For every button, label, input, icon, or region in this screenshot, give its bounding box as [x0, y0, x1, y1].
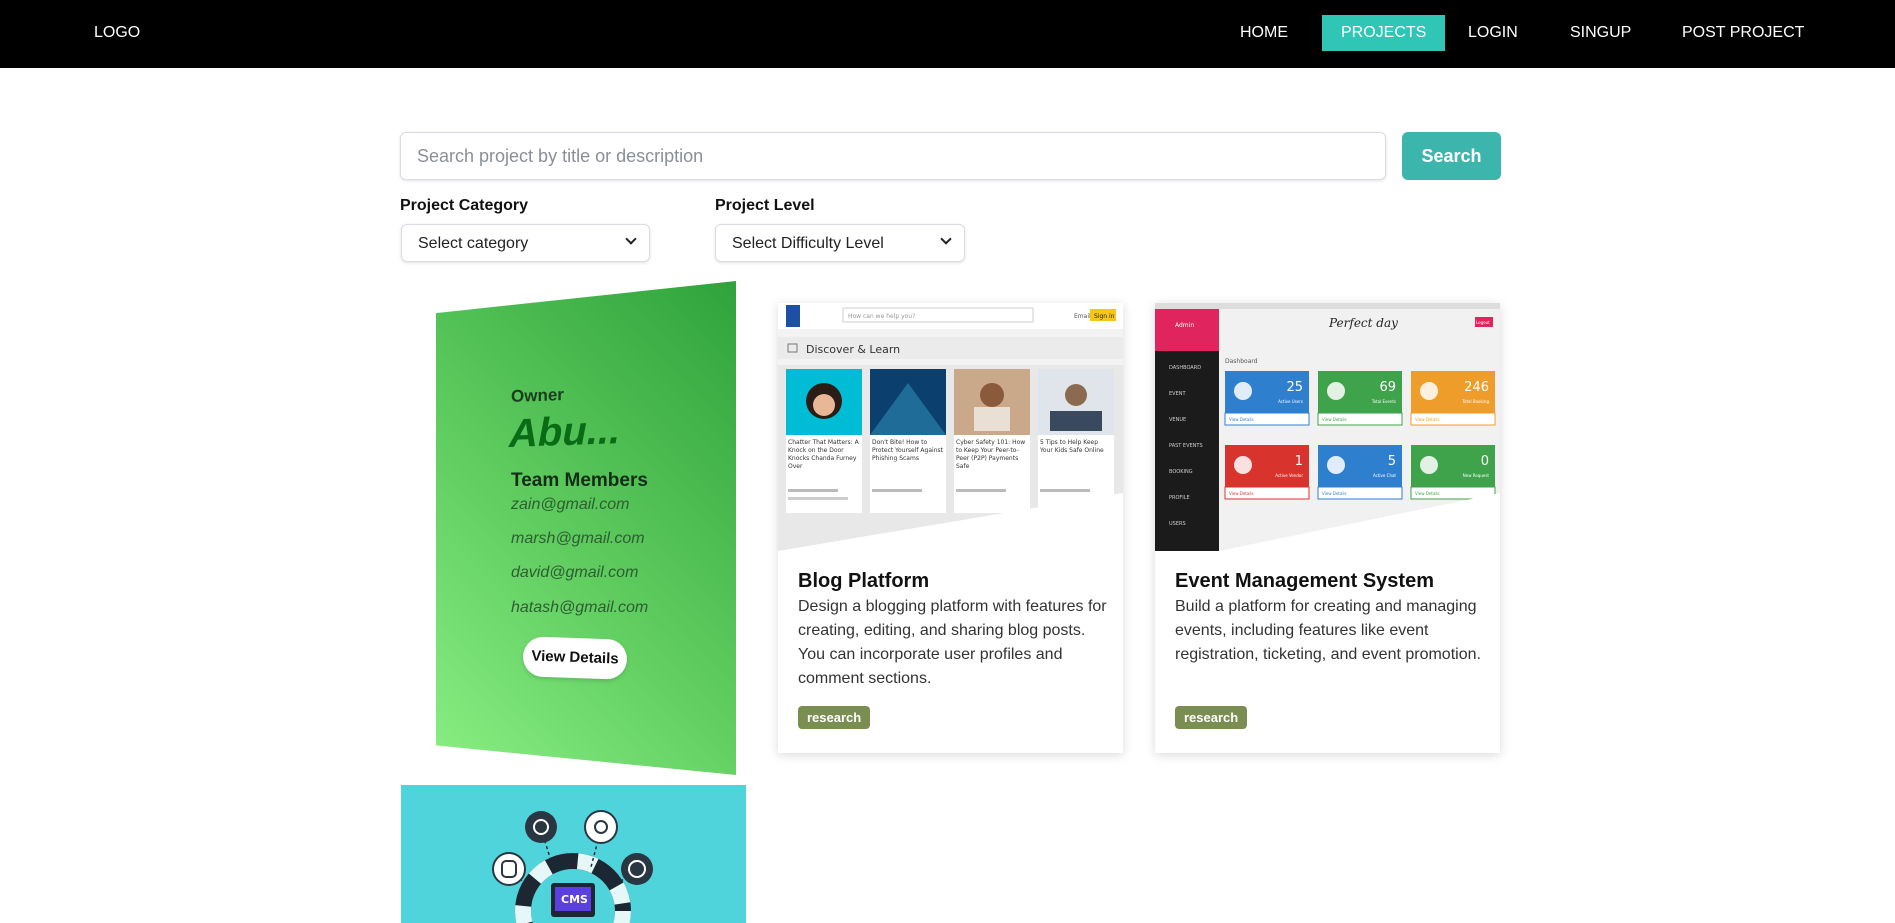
tile-value: 69 — [1379, 380, 1396, 395]
view-details-button[interactable]: View Details — [522, 636, 628, 680]
svg-text:Dashboard: Dashboard — [1225, 358, 1258, 365]
tile-label: Active Vendor — [1275, 473, 1303, 478]
card-title: Event Management System — [1175, 570, 1434, 592]
tile-link: View Details — [1322, 491, 1347, 496]
tile-icon — [1420, 456, 1438, 474]
svg-text:Email: Email — [1074, 313, 1091, 320]
svg-text:How can we help you?: How can we help you? — [848, 313, 915, 320]
tile-value: 0 — [1481, 454, 1489, 469]
svg-text:DASHBOARD: DASHBOARD — [1169, 365, 1201, 371]
svg-text:Sign in: Sign in — [1094, 313, 1115, 320]
nav-home[interactable]: HOME — [1221, 15, 1307, 51]
level-select[interactable]: Select Difficulty Level — [715, 224, 965, 262]
svg-text:EVENT: EVENT — [1169, 391, 1186, 397]
level-label: Project Level — [715, 197, 815, 214]
nav-login[interactable]: LOGIN — [1449, 15, 1537, 51]
team-member-email: zain@gmail.com — [511, 496, 630, 513]
svg-text:USERS: USERS — [1169, 521, 1186, 527]
team-members-label: Team Members — [511, 470, 648, 491]
owner-name: Abu... — [509, 408, 621, 456]
tag-badge: research — [1175, 706, 1248, 729]
tile-link: View Details — [1415, 491, 1440, 496]
card-description: Design a blogging platform with features… — [798, 598, 1107, 687]
tile-label: Active Users — [1278, 399, 1303, 404]
svg-text:Admin: Admin — [1175, 322, 1194, 329]
project-thumbnail: How can we help you? Email Sign in Disco… — [778, 303, 1123, 551]
tile-icon — [1327, 456, 1345, 474]
tile-link: View Details — [1229, 417, 1254, 422]
tile-icon — [1327, 382, 1345, 400]
project-card-event[interactable]: Admin DASHBOARD EVENT VENUE PAST EVENTS … — [1155, 303, 1500, 753]
tile-value: 25 — [1286, 380, 1303, 395]
category-select-value: Select category — [418, 235, 529, 252]
svg-text:PROFILE: PROFILE — [1169, 495, 1190, 501]
search-button[interactable]: Search — [1402, 132, 1501, 180]
svg-text:VENUE: VENUE — [1169, 417, 1186, 423]
tile-label: Total Booking — [1461, 399, 1489, 404]
owner-label: Owner — [511, 385, 564, 406]
nav-projects[interactable]: PROJECTS — [1322, 15, 1446, 51]
tag-badge: research — [798, 706, 871, 729]
card-title: Blog Platform — [798, 570, 930, 592]
event-dashboard-screenshot-image: Admin DASHBOARD EVENT VENUE PAST EVENTS … — [1155, 303, 1500, 551]
tile-value: 246 — [1464, 380, 1489, 395]
card-description: Build a platform for creating and managi… — [1175, 598, 1481, 663]
top-navbar: LOGO HOME PROJECTS LOGIN SINGUP POST PRO… — [0, 0, 1895, 68]
project-card-blog[interactable]: How can we help you? Email Sign in Disco… — [778, 303, 1123, 753]
tile-label: Active Chat — [1373, 473, 1396, 478]
project-thumbnail: Admin DASHBOARD EVENT VENUE PAST EVENTS … — [1155, 303, 1500, 551]
chevron-down-icon — [625, 233, 637, 245]
tile-value: 5 — [1388, 454, 1396, 469]
tile-link: View Details — [1415, 417, 1440, 422]
level-select-value: Select Difficulty Level — [732, 235, 884, 252]
tile-label: Total Events — [1371, 399, 1396, 404]
svg-text:PAST EVENTS: PAST EVENTS — [1169, 443, 1203, 449]
tile-link: View Details — [1229, 491, 1254, 496]
category-label: Project Category — [400, 197, 529, 214]
team-member-email: marsh@gmail.com — [511, 530, 645, 547]
nav-post-project[interactable]: POST PROJECT — [1663, 15, 1823, 51]
svg-text:Discover & Learn: Discover & Learn — [806, 343, 900, 356]
team-member-email: david@gmail.com — [511, 564, 639, 581]
tile-label: New Request — [1463, 473, 1490, 478]
team-member-email: hatash@gmail.com — [511, 599, 649, 616]
logo[interactable]: LOGO — [94, 24, 140, 42]
search-input[interactable] — [400, 132, 1386, 180]
svg-text:CMS: CMS — [561, 893, 588, 906]
project-card-back[interactable] — [436, 281, 736, 775]
cms-illustration-image: CMS — [492, 810, 653, 923]
tile-value: 1 — [1295, 454, 1303, 469]
tile-icon — [1234, 456, 1252, 474]
tile-link: View Details — [1322, 417, 1347, 422]
tile-icon — [1420, 382, 1438, 400]
nav-signup[interactable]: SINGUP — [1551, 15, 1650, 51]
chevron-down-icon — [940, 233, 952, 245]
svg-text:Perfect day: Perfect day — [1328, 316, 1398, 330]
tile-icon — [1234, 382, 1252, 400]
project-card-cms[interactable]: CMS — [401, 785, 746, 923]
category-select[interactable]: Select category — [401, 224, 650, 262]
blog-screenshot-image: How can we help you? Email Sign in Disco… — [778, 303, 1123, 551]
svg-text:Logout: Logout — [1476, 320, 1490, 325]
svg-text:BOOKING: BOOKING — [1169, 469, 1193, 475]
